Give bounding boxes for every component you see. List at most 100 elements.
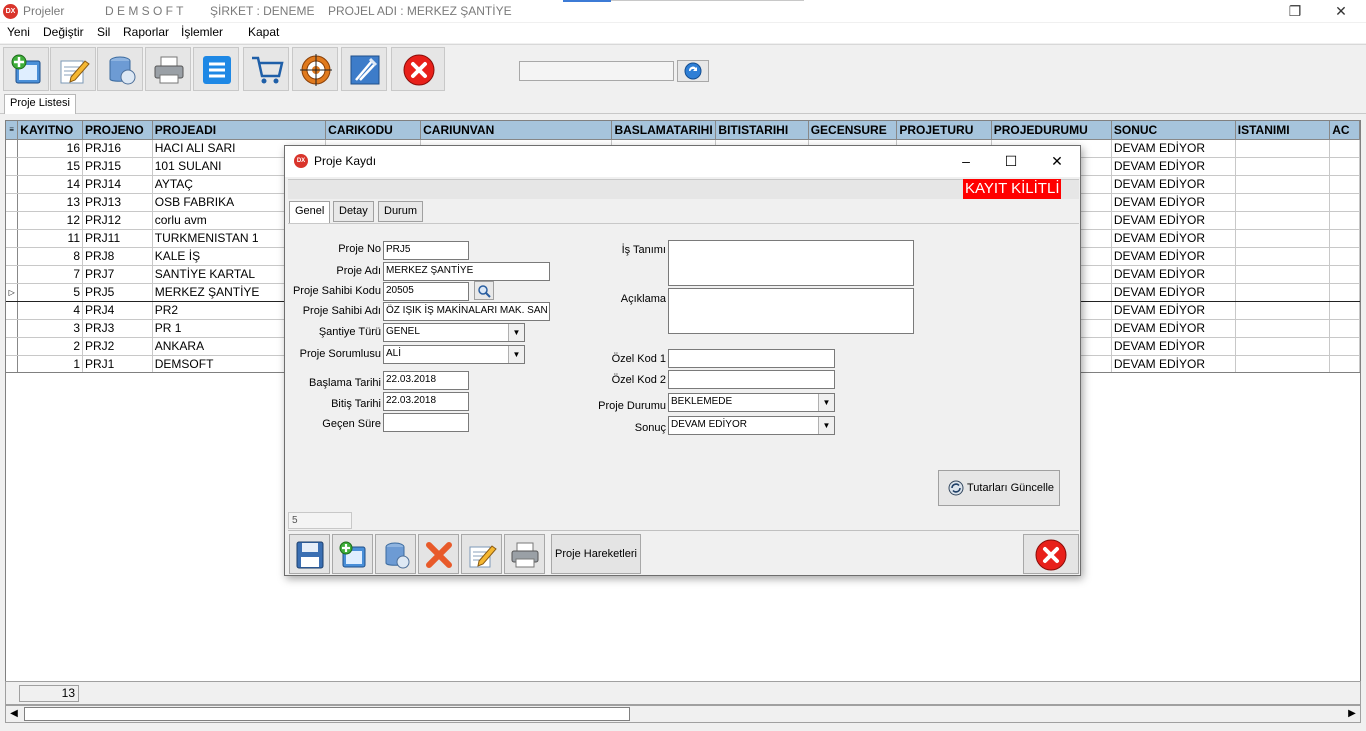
- menu-raporlar[interactable]: Raporlar: [123, 25, 169, 39]
- cell-ac[interactable]: [1329, 337, 1360, 356]
- cell-projeno[interactable]: PRJ11: [82, 229, 153, 248]
- baslama-tarihi-field[interactable]: 22.03.2018: [383, 371, 469, 390]
- row-indicator[interactable]: [6, 265, 19, 284]
- close-form-button[interactable]: [391, 47, 445, 91]
- tab-proje-listesi[interactable]: Proje Listesi: [4, 94, 76, 114]
- delete-record-button[interactable]: [97, 47, 143, 91]
- cart-button[interactable]: [243, 47, 289, 91]
- new-record-button[interactable]: [3, 47, 49, 91]
- row-indicator[interactable]: [6, 157, 19, 176]
- col-carikodu[interactable]: CARIKODU: [325, 121, 422, 140]
- cell-projeno[interactable]: PRJ8: [82, 247, 153, 266]
- cell-kayitno[interactable]: 3: [17, 319, 83, 338]
- cell-ac[interactable]: [1329, 229, 1360, 248]
- col-bitistarihi[interactable]: BITISTARIHI: [715, 121, 809, 140]
- cell-kayitno[interactable]: 13: [17, 193, 83, 212]
- col-projedurumu[interactable]: PROJEDURUMU: [991, 121, 1112, 140]
- cell-ac[interactable]: [1329, 175, 1360, 194]
- cell-kayitno[interactable]: 4: [17, 301, 83, 320]
- cell-projeno[interactable]: PRJ15: [82, 157, 153, 176]
- sahibi-kodu-field[interactable]: 20505: [383, 282, 469, 301]
- cell-projeno[interactable]: PRJ14: [82, 175, 153, 194]
- proje-durumu-select[interactable]: BEKLEMEDE ▼: [668, 393, 835, 412]
- cell-sonuc[interactable]: DEVAM EDİYOR: [1111, 229, 1236, 248]
- cell-ac[interactable]: [1329, 211, 1360, 230]
- row-indicator[interactable]: [6, 211, 19, 230]
- cell-sonuc[interactable]: DEVAM EDİYOR: [1111, 355, 1236, 372]
- search-input[interactable]: [519, 61, 674, 81]
- cell-sonuc[interactable]: DEVAM EDİYOR: [1111, 157, 1236, 176]
- proje-hareketleri-button[interactable]: Proje Hareketleri: [551, 534, 641, 574]
- edit-record-button[interactable]: [50, 47, 96, 91]
- cell-istanimi[interactable]: [1235, 247, 1331, 266]
- cell-kayitno[interactable]: 16: [17, 139, 83, 158]
- cell-istanimi[interactable]: [1235, 139, 1331, 158]
- col-ac[interactable]: AC: [1329, 121, 1360, 140]
- row-indicator[interactable]: [6, 229, 19, 248]
- col-istanimi[interactable]: ISTANIMI: [1235, 121, 1331, 140]
- cell-istanimi[interactable]: [1235, 193, 1331, 212]
- cell-kayitno[interactable]: 8: [17, 247, 83, 266]
- cell-projeno[interactable]: PRJ5: [82, 282, 153, 302]
- cell-projeno[interactable]: PRJ2: [82, 337, 153, 356]
- dialog-edit-button[interactable]: [461, 534, 502, 574]
- cell-istanimi[interactable]: [1235, 337, 1331, 356]
- cell-kayitno[interactable]: 5: [17, 282, 83, 302]
- restore-icon[interactable]: ❐: [1285, 2, 1305, 20]
- col-projeno[interactable]: PROJENO: [82, 121, 153, 140]
- chevron-down-icon[interactable]: ▼: [818, 394, 834, 411]
- cell-sonuc[interactable]: DEVAM EDİYOR: [1111, 282, 1236, 302]
- cell-istanimi[interactable]: [1235, 355, 1331, 372]
- cell-ac[interactable]: [1329, 355, 1360, 372]
- chevron-down-icon[interactable]: ▼: [508, 346, 524, 363]
- scroll-thumb[interactable]: [24, 707, 630, 721]
- cell-sonuc[interactable]: DEVAM EDİYOR: [1111, 337, 1236, 356]
- menu-sil[interactable]: Sil: [97, 25, 110, 39]
- cell-kayitno[interactable]: 1: [17, 355, 83, 372]
- cell-ac[interactable]: [1329, 265, 1360, 284]
- chevron-down-icon[interactable]: ▼: [508, 324, 524, 341]
- cell-projeno[interactable]: PRJ4: [82, 301, 153, 320]
- row-indicator[interactable]: ▷: [6, 282, 19, 302]
- print-button[interactable]: [145, 47, 191, 91]
- chevron-down-icon[interactable]: ▼: [818, 417, 834, 434]
- sahibi-adi-field[interactable]: ÖZ IŞIK İŞ MAKİNALARI MAK. SAN: [383, 302, 550, 321]
- cell-ac[interactable]: [1329, 157, 1360, 176]
- customer-lookup-button[interactable]: [474, 281, 494, 300]
- bitis-tarihi-field[interactable]: 22.03.2018: [383, 392, 469, 411]
- cell-projeno[interactable]: PRJ13: [82, 193, 153, 212]
- ozel-kod-2-field[interactable]: [668, 370, 835, 389]
- scroll-right-icon[interactable]: ▶: [1344, 706, 1360, 722]
- cell-projeno[interactable]: PRJ3: [82, 319, 153, 338]
- menu-islemler[interactable]: İşlemler: [181, 25, 223, 39]
- cell-kayitno[interactable]: 12: [17, 211, 83, 230]
- cell-kayitno[interactable]: 11: [17, 229, 83, 248]
- santiye-turu-select[interactable]: GENEL ▼: [383, 323, 525, 342]
- close-window-icon[interactable]: ✕: [1331, 2, 1351, 20]
- row-indicator[interactable]: [6, 175, 19, 194]
- dialog-close-icon[interactable]: ✕: [1046, 152, 1068, 170]
- menu-yeni[interactable]: Yeni: [7, 25, 30, 39]
- cell-sonuc[interactable]: DEVAM EDİYOR: [1111, 265, 1236, 284]
- cell-sonuc[interactable]: DEVAM EDİYOR: [1111, 175, 1236, 194]
- horizontal-scrollbar[interactable]: ◀ ▶: [5, 705, 1361, 723]
- row-indicator[interactable]: [6, 301, 19, 320]
- minimize-icon[interactable]: –: [955, 152, 977, 170]
- cell-istanimi[interactable]: [1235, 211, 1331, 230]
- col-cariunvan[interactable]: CARIUNVAN: [420, 121, 613, 140]
- gecen-sure-field[interactable]: [383, 413, 469, 432]
- cell-ac[interactable]: [1329, 282, 1360, 302]
- cell-istanimi[interactable]: [1235, 175, 1331, 194]
- cell-ac[interactable]: [1329, 301, 1360, 320]
- cell-sonuc[interactable]: DEVAM EDİYOR: [1111, 193, 1236, 212]
- cell-kayitno[interactable]: 14: [17, 175, 83, 194]
- cell-sonuc[interactable]: DEVAM EDİYOR: [1111, 139, 1236, 158]
- ozel-kod-1-field[interactable]: [668, 349, 835, 368]
- is-tanimi-textarea[interactable]: [668, 240, 914, 286]
- cell-ac[interactable]: [1329, 247, 1360, 266]
- cell-istanimi[interactable]: [1235, 265, 1331, 284]
- scroll-left-icon[interactable]: ◀: [6, 706, 22, 722]
- tutarlari-guncelle-button[interactable]: Tutarları Güncelle: [938, 470, 1060, 506]
- row-indicator[interactable]: [6, 139, 19, 158]
- dialog-print-button[interactable]: [504, 534, 545, 574]
